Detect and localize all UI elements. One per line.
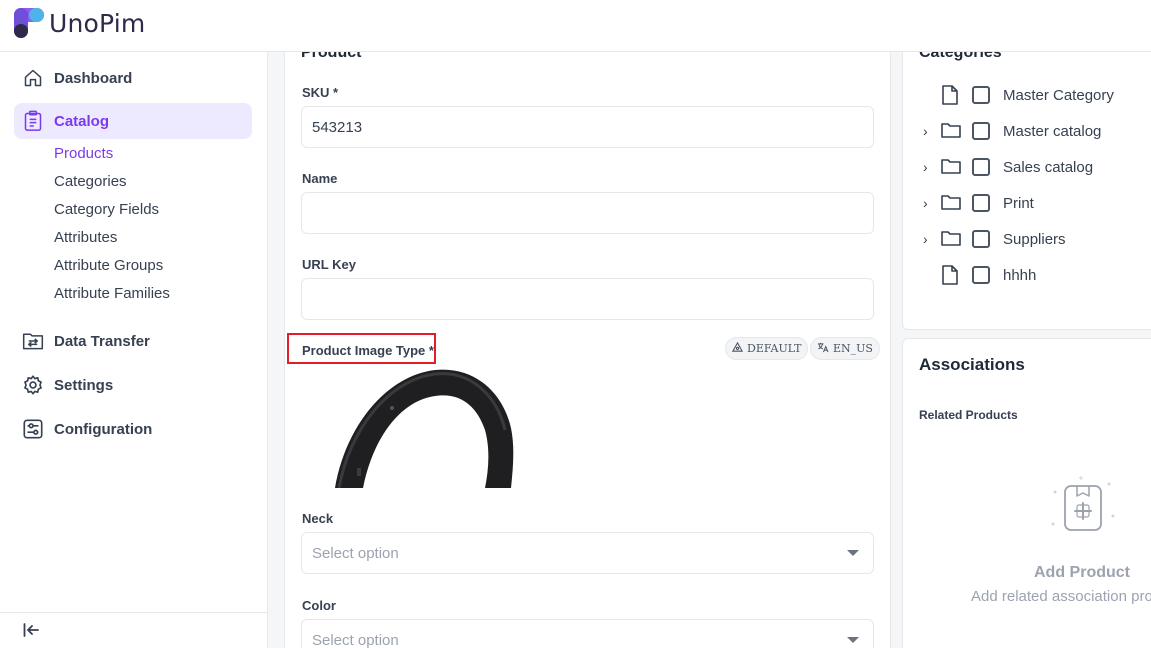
category-label: Master catalog (1003, 123, 1102, 140)
sidebar-item-label: Catalog (54, 112, 110, 130)
category-checkbox[interactable] (972, 230, 990, 248)
name-input[interactable] (301, 192, 874, 234)
empty-state-subtitle: Add related association products (971, 588, 1151, 605)
sidebar-item-label: Configuration (54, 420, 153, 438)
name-label: Name (302, 171, 338, 186)
category-label: Suppliers (1003, 231, 1066, 248)
category-checkbox[interactable] (972, 86, 990, 104)
neck-select-placeholder: Select option (312, 544, 399, 562)
category-checkbox[interactable] (972, 158, 990, 176)
sidebar-item-catalog[interactable]: Catalog (14, 103, 252, 139)
empty-state-title: Add Product (1034, 564, 1130, 581)
related-products-label: Related Products (919, 408, 1018, 422)
sidebar-item-label: Settings (54, 376, 114, 394)
folder-icon (941, 229, 961, 252)
folder-icon (941, 121, 961, 144)
product-image-preview[interactable] (325, 368, 515, 488)
sidebar-item-label: Dashboard (54, 69, 133, 87)
category-label: Master Category (1003, 87, 1114, 104)
category-checkbox[interactable] (972, 266, 990, 284)
associations-card: Associations Related Products Add Produc… (902, 338, 1151, 648)
sidebar-item-settings[interactable]: Settings (14, 367, 252, 403)
category-label: Sales catalog (1003, 159, 1094, 176)
top-header: UnoPim (0, 0, 1151, 52)
caret-down-icon (847, 637, 859, 643)
chevron-right-icon[interactable]: › (923, 231, 928, 247)
unopim-logo-icon (14, 8, 44, 38)
product-image-type-label: Product Image Type * (302, 343, 434, 358)
color-select-placeholder: Select option (312, 631, 399, 648)
sidebar-item-data-transfer[interactable]: Data Transfer (14, 323, 252, 359)
sidebar-subitem-products[interactable]: Products (54, 145, 113, 162)
sku-label: SKU * (302, 85, 339, 100)
folder-icon (941, 157, 961, 180)
sidebar-item-label: Data Transfer (54, 332, 150, 350)
category-label: hhhh (1003, 267, 1037, 284)
translate-icon (817, 342, 829, 356)
locale-chip-label: EN_US (833, 342, 873, 355)
file-icon (941, 265, 959, 290)
sidebar-subitem-attributes[interactable]: Attributes (54, 229, 117, 246)
caret-down-icon (847, 550, 859, 556)
clipboard-list-icon (22, 110, 44, 132)
locale-chip: EN_US (810, 337, 880, 360)
channel-chip: DEFAULT (725, 337, 809, 360)
channel-icon (731, 341, 744, 356)
sku-input[interactable]: 543213 (301, 106, 874, 148)
folder-transfer-icon (22, 330, 44, 352)
section-title-associations: Associations (919, 355, 1025, 374)
file-icon (941, 85, 959, 110)
url-key-input[interactable] (301, 278, 874, 320)
color-label: Color (302, 598, 336, 613)
sidebar: Dashboard Catalog Products Categories Ca… (0, 52, 268, 648)
category-checkbox[interactable] (972, 122, 990, 140)
sidebar-subitem-category-fields[interactable]: Category Fields (54, 201, 159, 218)
channel-chip-label: DEFAULT (747, 342, 802, 355)
sidebar-subitem-attribute-groups[interactable]: Attribute Groups (54, 257, 163, 274)
sidebar-collapse-bar (0, 612, 268, 648)
neck-label: Neck (302, 511, 334, 526)
sliders-icon (22, 418, 44, 440)
color-select[interactable]: Select option (301, 619, 874, 648)
collapse-left-icon[interactable] (22, 621, 40, 644)
chevron-right-icon[interactable]: › (923, 123, 928, 139)
categories-card: Categories Master Category › Master cata… (902, 30, 1151, 330)
category-label: Print (1003, 195, 1034, 212)
product-general-card: Product SKU * 543213 Name URL Key Produc… (284, 30, 891, 648)
add-product-placeholder-icon (1043, 474, 1123, 543)
chevron-right-icon[interactable]: › (923, 159, 928, 175)
category-checkbox[interactable] (972, 194, 990, 212)
sidebar-subitem-attribute-families[interactable]: Attribute Families (54, 285, 170, 302)
folder-icon (941, 193, 961, 216)
gear-icon (22, 374, 44, 396)
chevron-right-icon[interactable]: › (923, 195, 928, 211)
url-key-label: URL Key (302, 257, 356, 272)
home-icon (22, 67, 44, 89)
app-logo[interactable]: UnoPim (14, 8, 145, 38)
sidebar-subitem-categories[interactable]: Categories (54, 173, 127, 190)
sidebar-item-dashboard[interactable]: Dashboard (14, 60, 252, 96)
neck-select[interactable]: Select option (301, 532, 874, 574)
sidebar-item-configuration[interactable]: Configuration (14, 411, 252, 447)
app-name: UnoPim (49, 8, 146, 38)
